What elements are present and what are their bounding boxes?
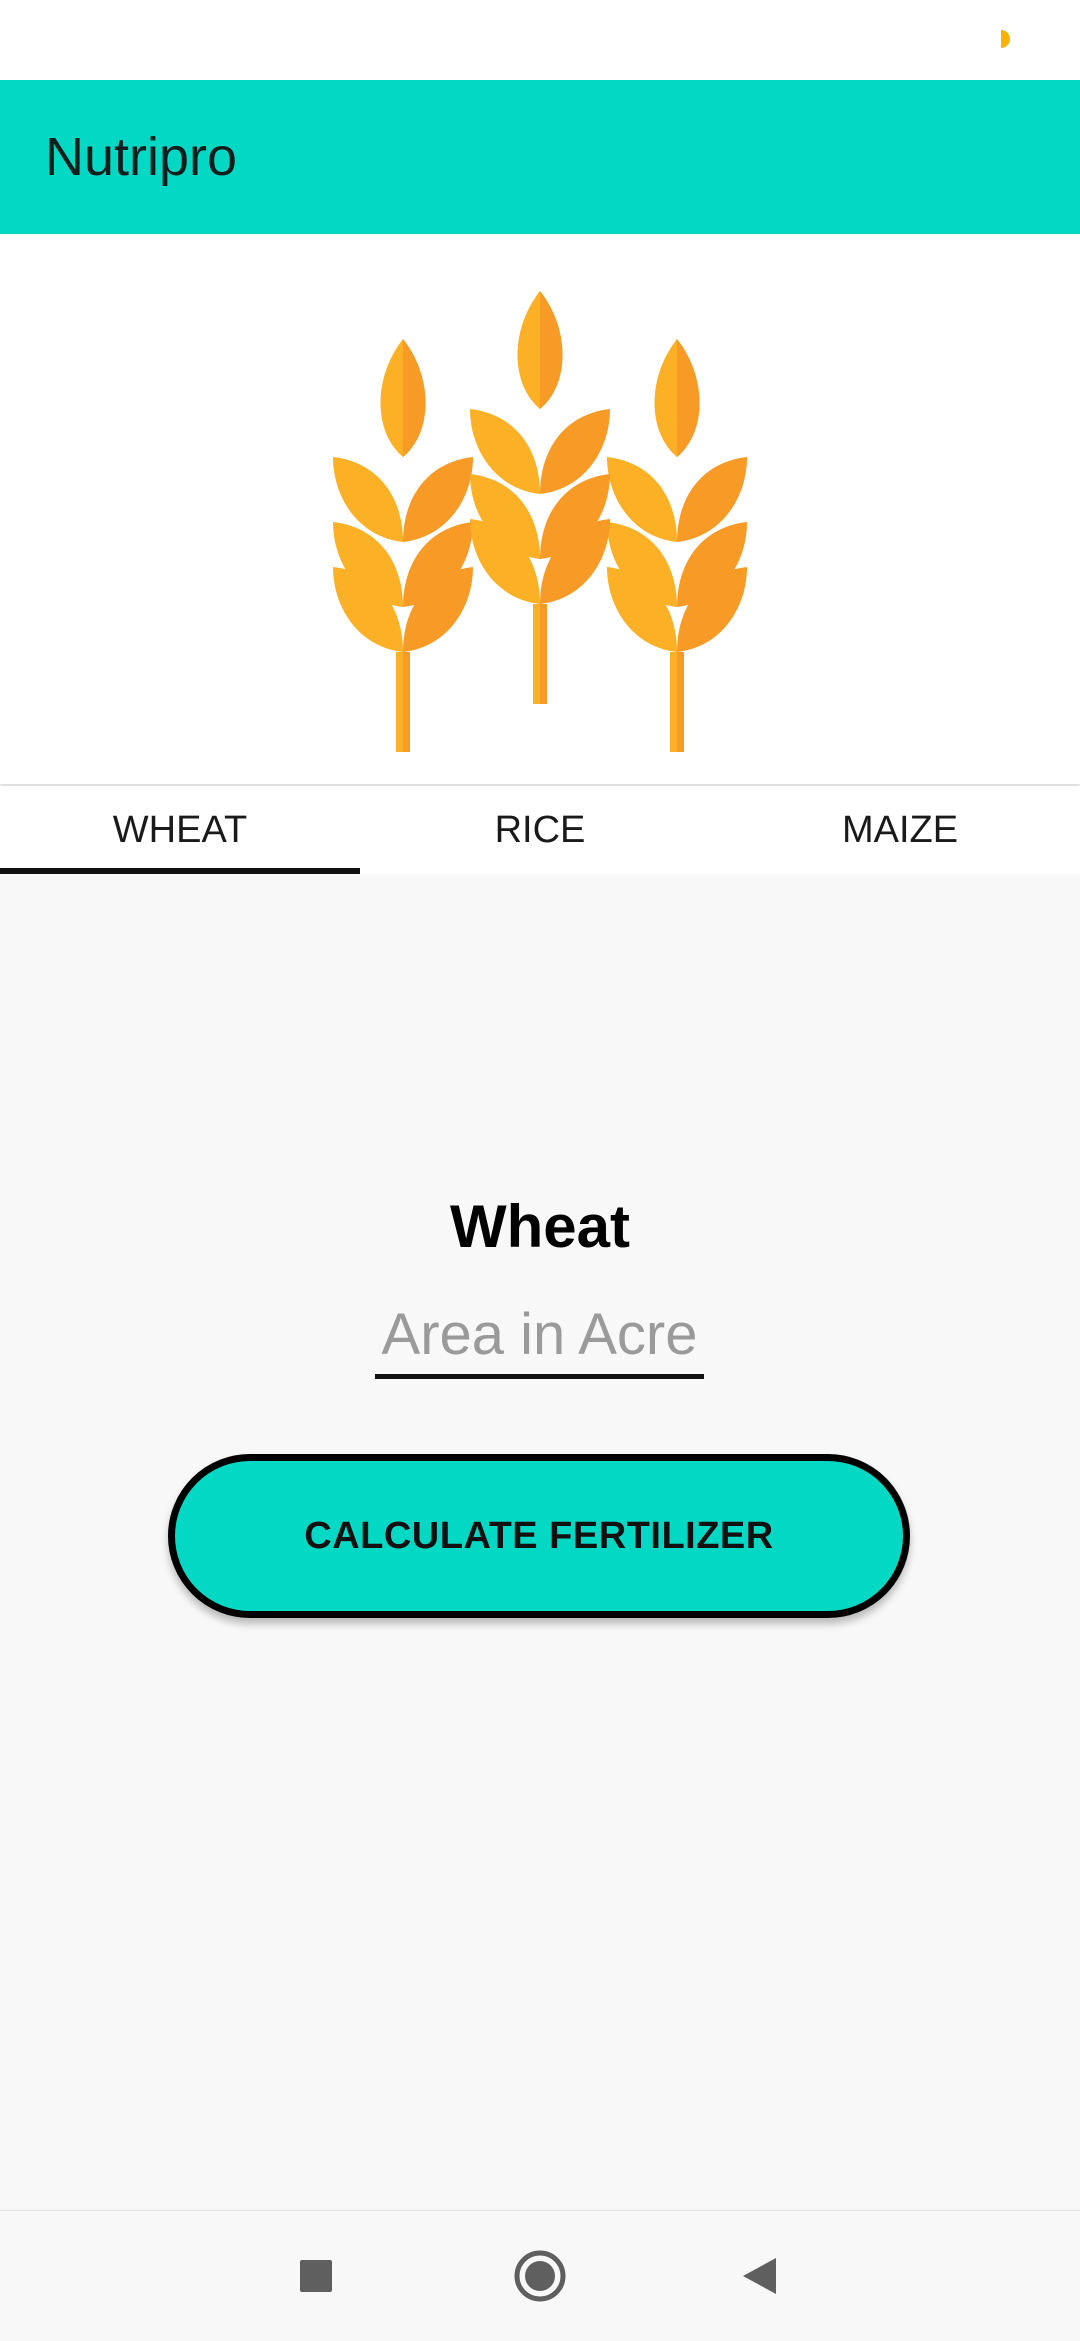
calculate-fertilizer-button[interactable]: CALCULATE FERTILIZER (168, 1454, 910, 1618)
area-input[interactable] (375, 1294, 704, 1379)
status-bar (0, 0, 1080, 80)
tab-rice[interactable]: RICE (360, 786, 720, 874)
tab-wheat[interactable]: WHEAT (0, 786, 360, 874)
recents-button[interactable] (256, 2211, 376, 2341)
system-nav-bar (0, 2210, 1080, 2341)
crop-title: Wheat (450, 1193, 630, 1260)
header-image (0, 234, 1080, 784)
square-icon (300, 2260, 332, 2292)
main-content: Wheat CALCULATE FERTILIZER (0, 874, 1080, 2210)
app-bar: Nutripro (0, 80, 1080, 234)
back-button[interactable] (700, 2211, 820, 2341)
tab-maize[interactable]: MAIZE (720, 786, 1080, 874)
triangle-back-icon (743, 2258, 776, 2294)
status-indicator-icon (1001, 30, 1010, 48)
wheat-stalks-icon (325, 254, 755, 764)
circle-icon (514, 2250, 566, 2302)
crop-tabs: WHEAT RICE MAIZE (0, 786, 1080, 874)
home-button[interactable] (480, 2211, 600, 2341)
app-title: Nutripro (45, 127, 238, 187)
